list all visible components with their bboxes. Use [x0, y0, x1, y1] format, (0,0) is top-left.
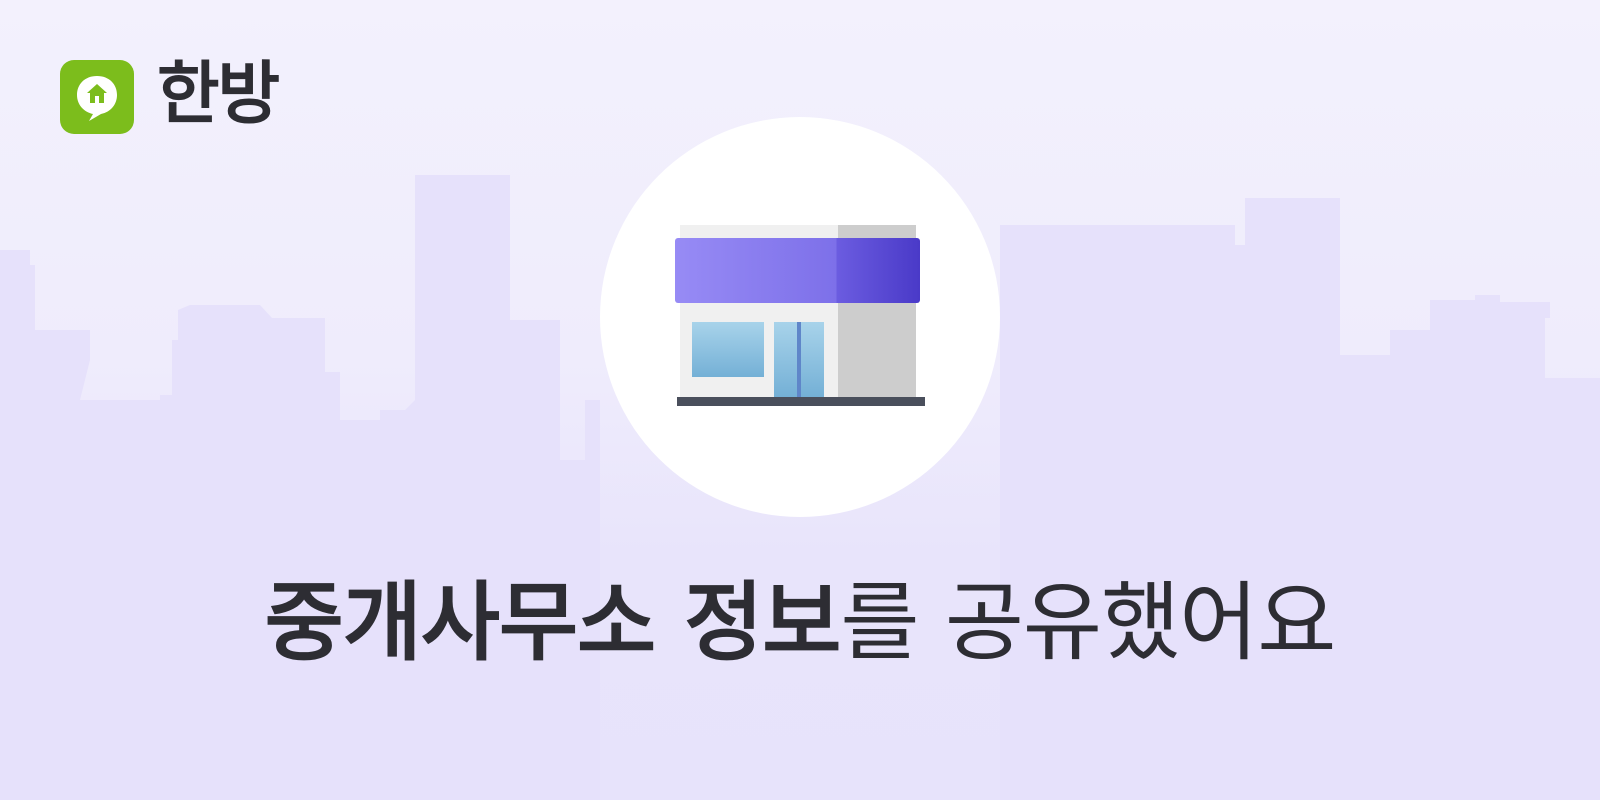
brand-name: 한방	[157, 55, 280, 134]
brand-logo	[60, 60, 134, 134]
house-chat-icon	[77, 76, 117, 121]
headline-rest: 를 공유했어요	[840, 573, 1336, 673]
storefront-icon	[675, 225, 925, 406]
headline-emphasis: 중개사무소 정보	[264, 573, 842, 673]
headline: 중개사무소 정보를 공유했어요	[0, 568, 1600, 678]
